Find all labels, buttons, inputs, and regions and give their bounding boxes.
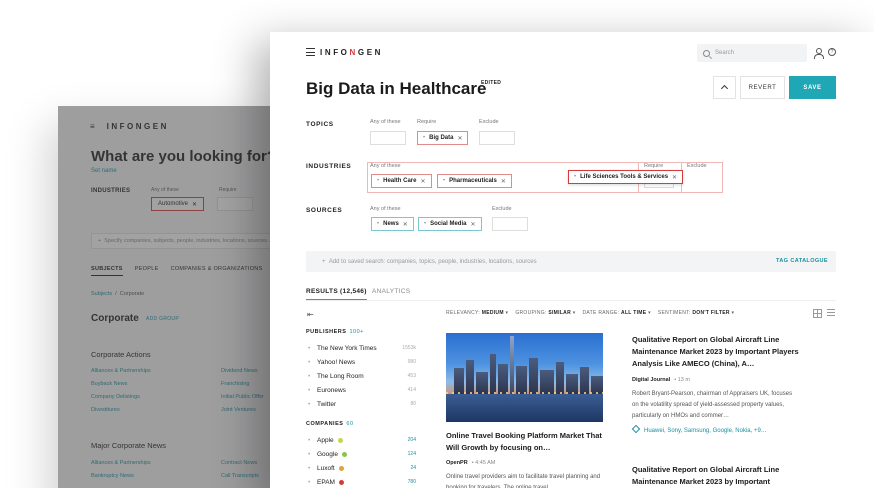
publisher-item[interactable]: • Yahoo! News 980 bbox=[308, 356, 416, 368]
close-icon[interactable]: ✕ bbox=[403, 221, 408, 228]
publisher-item[interactable]: • Euronews 414 bbox=[308, 384, 416, 396]
sentiment-dot bbox=[337, 437, 343, 443]
company-item[interactable]: • EPAM 780 bbox=[308, 476, 416, 488]
grid-view-icon[interactable] bbox=[813, 309, 822, 318]
collapse-sidebar-icon[interactable]: ⇤ bbox=[307, 310, 314, 319]
article-title[interactable]: Online Travel Booking Platform Market Th… bbox=[446, 430, 616, 454]
industries-label: INDUSTRIES bbox=[306, 163, 352, 170]
list-view-icon[interactable] bbox=[827, 309, 835, 317]
background-window: ≡ INFONGEN What are you looking for? Set… bbox=[58, 106, 298, 488]
tabs-divider bbox=[306, 300, 836, 301]
sentiment-filter[interactable]: SENTIMENT: DON'T FILTER ▾ bbox=[658, 310, 734, 316]
chip-social-media[interactable]: • Social Media ✕ bbox=[418, 217, 482, 231]
publisher-item[interactable]: • The New York Times 1553k bbox=[308, 342, 416, 354]
topics-label: TOPICS bbox=[306, 121, 334, 128]
close-icon[interactable]: ✕ bbox=[672, 174, 677, 181]
topics-any-input[interactable] bbox=[370, 131, 406, 145]
page-title: Big Data in Healthcare bbox=[306, 79, 487, 98]
chip-health-care[interactable]: • Health Care ✕ bbox=[371, 174, 432, 188]
help-icon[interactable]: ? bbox=[828, 48, 836, 56]
tag-catalogue-link[interactable]: TAG CATALOGUE bbox=[776, 258, 828, 264]
article-tags[interactable]: Huawei, Sony, Samsung, Google, Nokia, +9… bbox=[631, 424, 767, 434]
menu-icon[interactable] bbox=[306, 48, 315, 56]
article-snippet: Robert Bryant-Pearson, chairman of Appra… bbox=[632, 391, 793, 419]
save-button[interactable]: SAVE bbox=[789, 76, 836, 99]
edited-badge: EDITED bbox=[481, 80, 502, 86]
chevron-up-icon bbox=[720, 84, 729, 93]
article-image[interactable] bbox=[446, 333, 603, 422]
collapse-button[interactable] bbox=[713, 76, 736, 99]
add-to-search-input[interactable]: + Add to saved search: companies, topics… bbox=[306, 251, 836, 272]
result-filters: RELEVANCY: MEDIUM ▾ GROUPING: SIMILAR ▾ … bbox=[446, 310, 734, 316]
topics-exclude-label: Exclude bbox=[479, 119, 499, 125]
tab-analytics[interactable]: ANALYTICS bbox=[372, 288, 410, 295]
sources-exclude-label: Exclude bbox=[492, 206, 512, 212]
close-icon[interactable]: ✕ bbox=[470, 221, 475, 228]
logo[interactable]: INFONGEN bbox=[320, 48, 383, 57]
date-range-filter[interactable]: DATE RANGE: ALL TIME ▾ bbox=[583, 310, 651, 316]
publishers-heading: PUBLISHERS 100+ bbox=[306, 329, 364, 335]
article-meta: OpenPR • 4:45 AM bbox=[446, 460, 496, 466]
article-meta: Digital Journal • 13 m bbox=[632, 377, 690, 383]
article-title[interactable]: Qualitative Report on Global Aircraft Li… bbox=[632, 464, 804, 488]
chip-big-data[interactable]: • Big Data ✕ bbox=[417, 131, 469, 145]
publisher-item[interactable]: • The Long Room 453 bbox=[308, 370, 416, 382]
company-item[interactable]: • Apple 204 bbox=[308, 434, 416, 446]
sources-exclude-input[interactable] bbox=[492, 217, 528, 231]
search-icon bbox=[703, 49, 710, 57]
sentiment-dot bbox=[341, 451, 347, 457]
back-window-overlay bbox=[58, 106, 298, 488]
chip-pharmaceuticals[interactable]: • Pharmaceuticals ✕ bbox=[437, 174, 512, 188]
sources-label: SOURCES bbox=[306, 207, 343, 214]
publisher-item[interactable]: • Twitter 80 bbox=[308, 398, 416, 410]
revert-button[interactable]: REVERT bbox=[740, 76, 785, 99]
search-input[interactable]: Search bbox=[697, 44, 807, 62]
chip-life-sciences-dragging[interactable]: • Life Sciences Tools & Services ✕ bbox=[568, 170, 684, 184]
close-icon[interactable]: ✕ bbox=[420, 178, 425, 185]
sources-any-label: Any of these bbox=[370, 206, 401, 212]
article-title[interactable]: Qualitative Report on Global Aircraft Li… bbox=[632, 334, 804, 370]
relevancy-filter[interactable]: RELEVANCY: MEDIUM ▾ bbox=[446, 310, 508, 316]
chip-news[interactable]: • News ✕ bbox=[371, 217, 414, 231]
industries-exclude-label: Exclude bbox=[687, 163, 707, 169]
grouping-filter[interactable]: GROUPING: SIMILAR ▾ bbox=[515, 310, 575, 316]
article-snippet: Online travel providers aim to facilitat… bbox=[446, 474, 601, 488]
sentiment-dot bbox=[338, 465, 344, 471]
company-item[interactable]: • Google 124 bbox=[308, 448, 416, 460]
company-item[interactable]: • Luxoft 24 bbox=[308, 462, 416, 474]
topics-require-label: Require bbox=[417, 119, 437, 125]
topics-any-label: Any of these bbox=[370, 119, 401, 125]
top-bar: INFONGEN Search ? bbox=[270, 32, 874, 74]
main-window: INFONGEN Search ? Big Data in Healthcare… bbox=[270, 32, 874, 488]
industries-any-label: Any of these bbox=[370, 163, 401, 169]
plus-icon: + bbox=[322, 258, 329, 265]
close-icon[interactable]: ✕ bbox=[457, 135, 462, 142]
industries-require-label: Require bbox=[644, 163, 664, 169]
sentiment-dot bbox=[338, 479, 344, 485]
tag-icon bbox=[631, 424, 641, 434]
companies-heading: COMPANIES 60 bbox=[306, 421, 354, 427]
close-icon[interactable]: ✕ bbox=[501, 178, 506, 185]
topics-exclude-input[interactable] bbox=[479, 131, 515, 145]
user-icon[interactable] bbox=[814, 48, 824, 59]
